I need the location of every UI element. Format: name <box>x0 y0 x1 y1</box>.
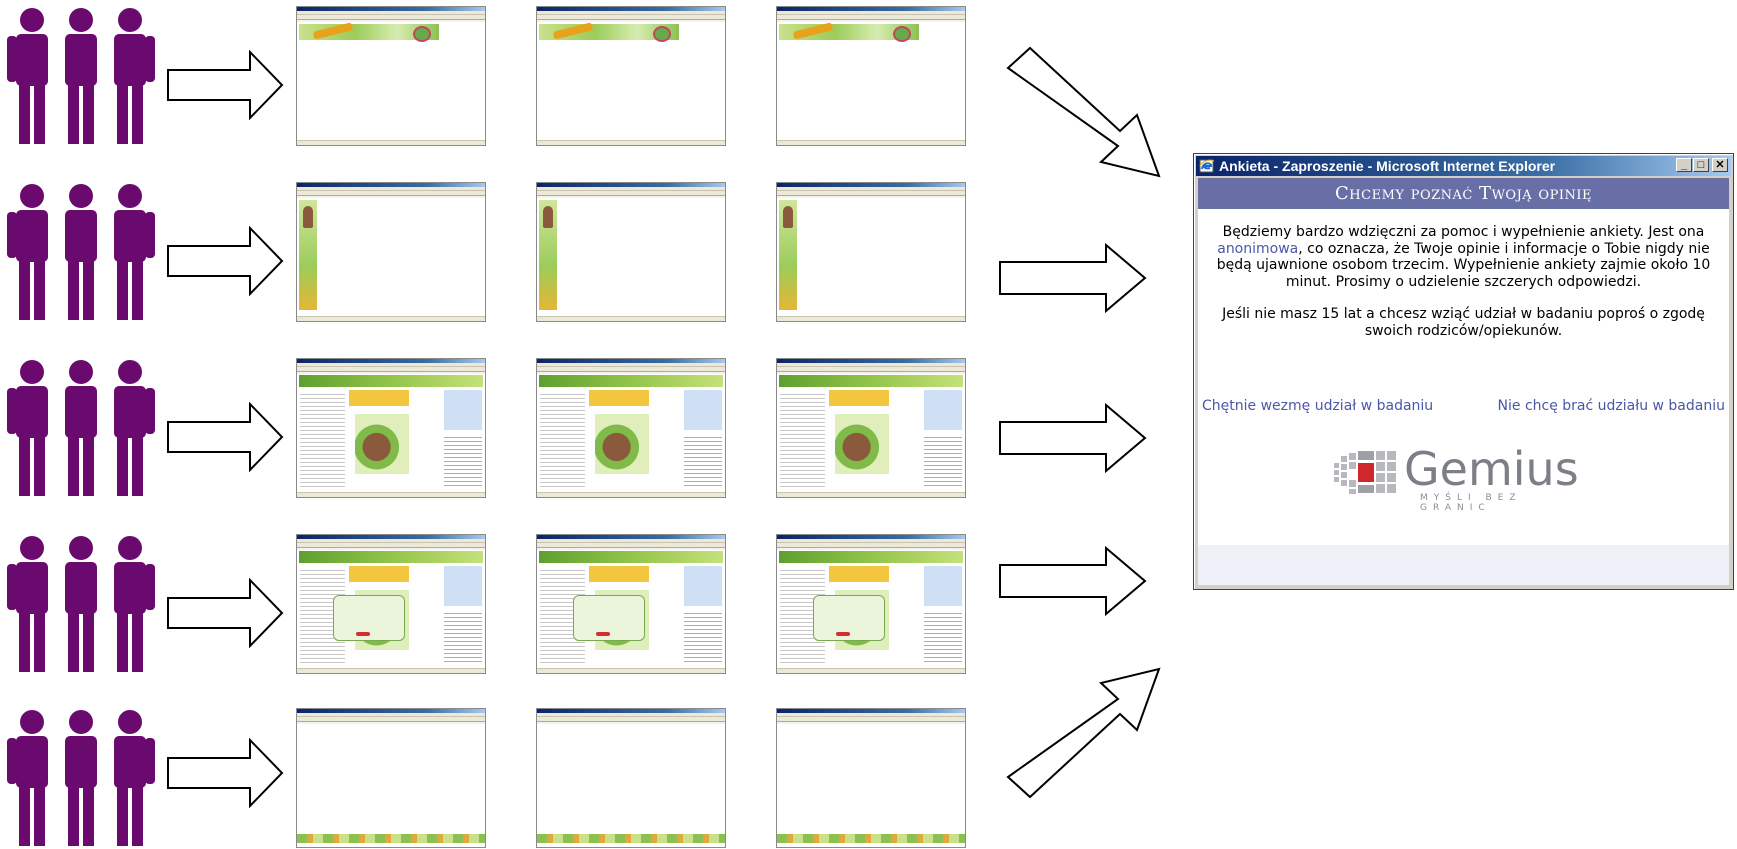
gemius-tagline: MYŚLI BEZ GRANIC <box>1420 493 1522 513</box>
skyscraper-ad <box>779 200 797 310</box>
banner-ad <box>779 24 919 42</box>
browser-screenshot-site-popup <box>776 534 966 674</box>
survey-invitation-window: Ankieta - Zaproszenie - Microsoft Intern… <box>1193 153 1734 590</box>
right-arrow-icon <box>999 546 1147 616</box>
diagonal-up-arrow-icon <box>1006 667 1161 799</box>
people-group-icon <box>7 536 155 672</box>
browser-screenshot-side-banner <box>296 182 486 322</box>
survey-header: Chcemy poznać Twoją opinię <box>1198 178 1729 209</box>
gemius-wordmark: Gemius <box>1404 442 1579 496</box>
accept-survey-link[interactable]: Chętnie wezmę udział w badaniu <box>1202 398 1433 414</box>
browser-screenshot-site-page <box>776 358 966 498</box>
survey-paragraph-1: Będziemy bardzo wdzięczni za pomoc i wyp… <box>1206 224 1721 290</box>
people-group-icon <box>7 710 155 846</box>
browser-screenshot-side-banner <box>536 182 726 322</box>
banner-ad <box>539 24 679 42</box>
footer-ad <box>297 834 485 843</box>
window-footer <box>1198 545 1729 585</box>
right-arrow-icon <box>167 738 284 808</box>
browser-screenshot-top-banner <box>536 6 726 146</box>
survey-body: Będziemy bardzo wdzięczni za pomoc i wyp… <box>1198 209 1729 339</box>
people-group-icon <box>7 360 155 496</box>
browser-screenshot-side-banner <box>776 182 966 322</box>
overlay-ad <box>813 595 885 641</box>
browser-screenshot-footer-banner <box>776 708 966 848</box>
window-content: Chcemy poznać Twoją opinię Będziemy bard… <box>1198 178 1729 585</box>
overlay-ad <box>573 595 645 641</box>
right-arrow-icon <box>999 243 1147 313</box>
decline-survey-link[interactable]: Nie chcę brać udziału w badaniu <box>1498 398 1725 414</box>
gemius-logo: Gemius MYŚLI BEZ GRANIC <box>1332 442 1592 513</box>
window-titlebar[interactable]: Ankieta - Zaproszenie - Microsoft Intern… <box>1196 156 1731 176</box>
window-title: Ankieta - Zaproszenie - Microsoft Intern… <box>1219 158 1556 174</box>
survey-paragraph-2: Jeśli nie masz 15 lat a chcesz wziąć udz… <box>1222 306 1705 339</box>
footer-ad <box>777 834 965 843</box>
gemius-squares-icon <box>1334 451 1396 494</box>
browser-screenshot-footer-banner <box>536 708 726 848</box>
maximize-button[interactable]: □ <box>1693 158 1709 172</box>
banner-ad <box>299 24 439 42</box>
people-group-icon <box>7 184 155 320</box>
browser-screenshot-site-popup <box>296 534 486 674</box>
people-group-icon <box>7 8 155 144</box>
browser-screenshot-top-banner <box>296 6 486 146</box>
browser-screenshot-site-page <box>296 358 486 498</box>
right-arrow-icon <box>167 50 284 120</box>
right-arrow-icon <box>167 226 284 296</box>
diagonal-down-arrow-icon <box>1006 46 1161 178</box>
anonymous-link[interactable]: anonimowa <box>1217 241 1298 257</box>
overlay-ad <box>333 595 405 641</box>
right-arrow-icon <box>167 578 284 648</box>
footer-ad <box>537 834 725 843</box>
browser-screenshot-top-banner <box>776 6 966 146</box>
close-button[interactable]: ✕ <box>1712 158 1728 172</box>
skyscraper-ad <box>539 200 557 310</box>
survey-header-text: Chcemy poznać Twoją opinię <box>1335 183 1592 204</box>
browser-screenshot-site-popup <box>536 534 726 674</box>
paragraph-text: Będziemy bardzo wdzięczni za pomoc i wyp… <box>1222 224 1705 240</box>
minimize-button[interactable]: _ <box>1676 158 1692 172</box>
skyscraper-ad <box>299 200 317 310</box>
browser-screenshot-site-page <box>536 358 726 498</box>
internet-explorer-icon <box>1199 159 1215 173</box>
right-arrow-icon <box>167 402 284 472</box>
browser-screenshot-footer-banner <box>296 708 486 848</box>
right-arrow-icon <box>999 403 1147 473</box>
